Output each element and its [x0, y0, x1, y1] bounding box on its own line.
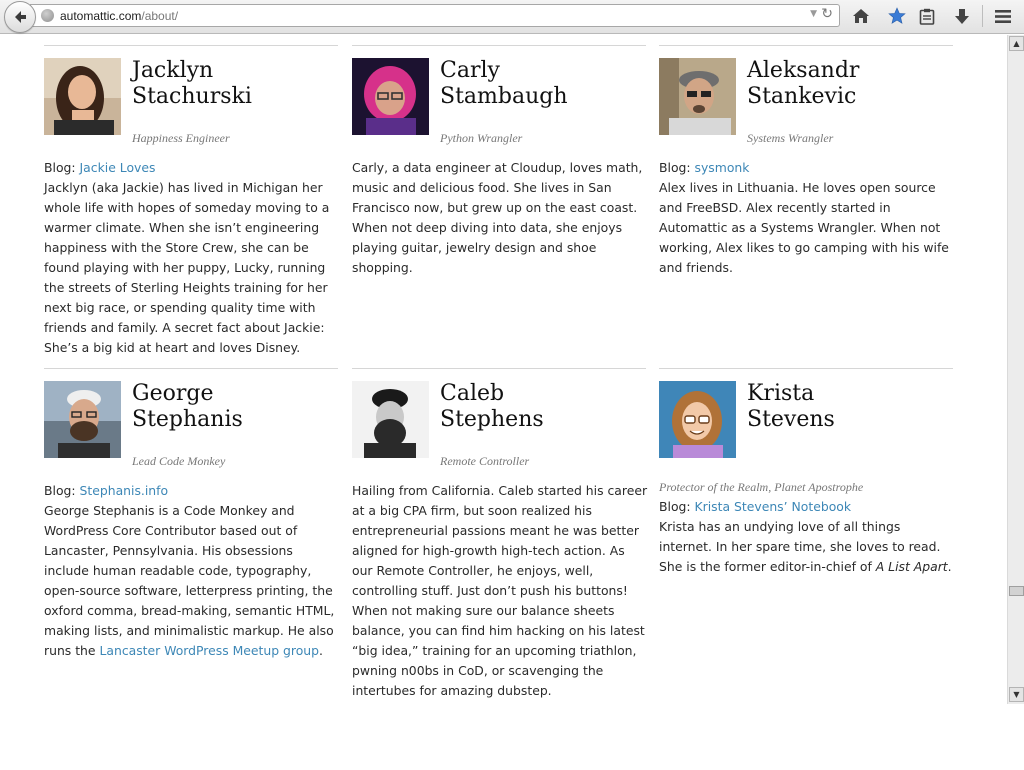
- person-bio: Blog: Jackie Loves Jacklyn (aka Jackie) …: [44, 158, 340, 358]
- name-first: Krista: [747, 381, 815, 406]
- card-divider: [44, 45, 338, 46]
- bio-text: Hailing from California. Caleb started h…: [352, 483, 648, 698]
- card-divider: [659, 45, 953, 46]
- blog-line: Blog: Jackie Loves: [44, 158, 340, 178]
- page-content: Jacklyn Stachurski Happiness Engineer Bl…: [0, 35, 1007, 770]
- person-bio: Blog: Stephanis.info George Stephanis is…: [44, 481, 340, 661]
- url-domain: automattic.com: [60, 8, 142, 23]
- card-divider: [352, 45, 646, 46]
- person-name: Aleksandr Stankevic: [747, 58, 957, 110]
- person-card: Caleb Stephens Remote Controller Hailing…: [352, 368, 648, 708]
- download-button[interactable]: [949, 4, 975, 28]
- card-divider: [659, 368, 953, 369]
- person-bio: Blog: sysmonk Alex lives in Lithuania. H…: [659, 158, 955, 278]
- bookmark-star-icon: [888, 7, 906, 24]
- bio-end: .: [947, 559, 952, 574]
- person-card: Carly Stambaugh Python Wrangler Carly, a…: [352, 45, 646, 365]
- publication-name: A List Apart: [875, 559, 948, 574]
- vertical-scrollbar[interactable]: ▲ ▼: [1007, 35, 1024, 704]
- bookmark-button[interactable]: [884, 4, 910, 28]
- clipboard-button[interactable]: [914, 4, 940, 28]
- scroll-down-icon[interactable]: ▼: [1009, 687, 1024, 702]
- person-card: George Stephanis Lead Code Monkey Blog: …: [44, 368, 338, 688]
- bio-text: Jacklyn (aka Jackie) has lived in Michig…: [44, 180, 330, 355]
- name-last: Stachurski: [132, 84, 252, 109]
- reload-icon[interactable]: ↻: [821, 6, 833, 22]
- back-arrow-icon: [15, 11, 26, 23]
- person-bio: Blog: Krista Stevens’ Notebook Krista ha…: [659, 497, 955, 577]
- person-name: Caleb Stephens: [440, 381, 650, 433]
- name-first: Caleb: [440, 381, 505, 406]
- browser-toolbar: automattic.com/about/ ▼ ↻: [0, 0, 1024, 34]
- blog-link[interactable]: Krista Stevens’ Notebook: [695, 499, 852, 514]
- avatar: [44, 381, 121, 458]
- avatar: [44, 58, 121, 135]
- bio-text: Carly, a data engineer at Cloudup, loves…: [352, 160, 643, 275]
- avatar: [352, 381, 429, 458]
- url-text[interactable]: automattic.com/about/: [60, 9, 178, 23]
- person-bio: Hailing from California. Caleb started h…: [352, 481, 648, 701]
- blog-line: Blog: Stephanis.info: [44, 481, 340, 501]
- person-role: Systems Wrangler: [747, 131, 834, 145]
- person-name: Jacklyn Stachurski: [132, 58, 342, 110]
- blog-link[interactable]: Stephanis.info: [80, 483, 169, 498]
- menu-button[interactable]: [990, 4, 1016, 28]
- name-last: Stephens: [440, 407, 544, 432]
- dropdown-arrow-icon[interactable]: ▼: [810, 9, 817, 19]
- name-first: Aleksandr: [747, 58, 860, 83]
- name-last: Stevens: [747, 407, 835, 432]
- blog-link[interactable]: sysmonk: [695, 160, 750, 175]
- blog-prefix: Blog:: [659, 499, 695, 514]
- blog-prefix: Blog:: [44, 483, 80, 498]
- person-name: George Stephanis: [132, 381, 342, 433]
- person-role: Protector of the Realm, Planet Apostroph…: [659, 480, 864, 494]
- person-card: Krista Stevens Protector of the Realm, P…: [659, 368, 953, 688]
- back-button[interactable]: [4, 1, 36, 33]
- name-first: Carly: [440, 58, 500, 83]
- toolbar-separator: [982, 5, 983, 27]
- blog-prefix: Blog:: [659, 160, 695, 175]
- home-icon: [853, 9, 869, 23]
- menu-icon: [995, 9, 1011, 23]
- meetup-link[interactable]: Lancaster WordPress Meetup group: [99, 643, 319, 658]
- person-bio: Carly, a data engineer at Cloudup, loves…: [352, 158, 648, 278]
- download-icon: [955, 8, 969, 24]
- url-path: /about/: [141, 8, 179, 23]
- person-role: Remote Controller: [440, 454, 530, 468]
- blog-link[interactable]: Jackie Loves: [80, 160, 156, 175]
- bio-text: Alex lives in Lithuania. He loves open s…: [659, 180, 949, 275]
- person-name: Carly Stambaugh: [440, 58, 650, 110]
- clipboard-icon: [919, 8, 935, 25]
- card-divider: [44, 368, 338, 369]
- blog-line: Blog: sysmonk: [659, 158, 955, 178]
- home-button[interactable]: [848, 4, 874, 28]
- card-divider: [352, 368, 646, 369]
- bio-end: .: [319, 643, 323, 658]
- avatar: [659, 381, 736, 458]
- name-last: Stephanis: [132, 407, 243, 432]
- person-role: Happiness Engineer: [132, 131, 230, 145]
- avatar: [659, 58, 736, 135]
- avatar: [352, 58, 429, 135]
- person-name: Krista Stevens: [747, 381, 957, 433]
- name-last: Stankevic: [747, 84, 857, 109]
- name-last: Stambaugh: [440, 84, 568, 109]
- globe-icon: [41, 9, 54, 22]
- name-first: George: [132, 381, 214, 406]
- person-role: Python Wrangler: [440, 131, 523, 145]
- name-first: Jacklyn: [132, 58, 214, 83]
- blog-prefix: Blog:: [44, 160, 80, 175]
- blog-line: Blog: Krista Stevens’ Notebook: [659, 497, 955, 517]
- bio-main: George Stephanis is a Code Monkey and Wo…: [44, 503, 335, 658]
- bio-text: Krista has an undying love of all things…: [659, 517, 955, 577]
- person-card: Aleksandr Stankevic Systems Wrangler Blo…: [659, 45, 953, 365]
- scroll-up-icon[interactable]: ▲: [1009, 36, 1024, 51]
- bio-text: George Stephanis is a Code Monkey and Wo…: [44, 501, 340, 661]
- url-bar[interactable]: automattic.com/about/ ▼ ↻: [30, 4, 840, 27]
- person-role: Lead Code Monkey: [132, 454, 226, 468]
- scrollbar-thumb[interactable]: [1009, 586, 1024, 596]
- person-card: Jacklyn Stachurski Happiness Engineer Bl…: [44, 45, 338, 365]
